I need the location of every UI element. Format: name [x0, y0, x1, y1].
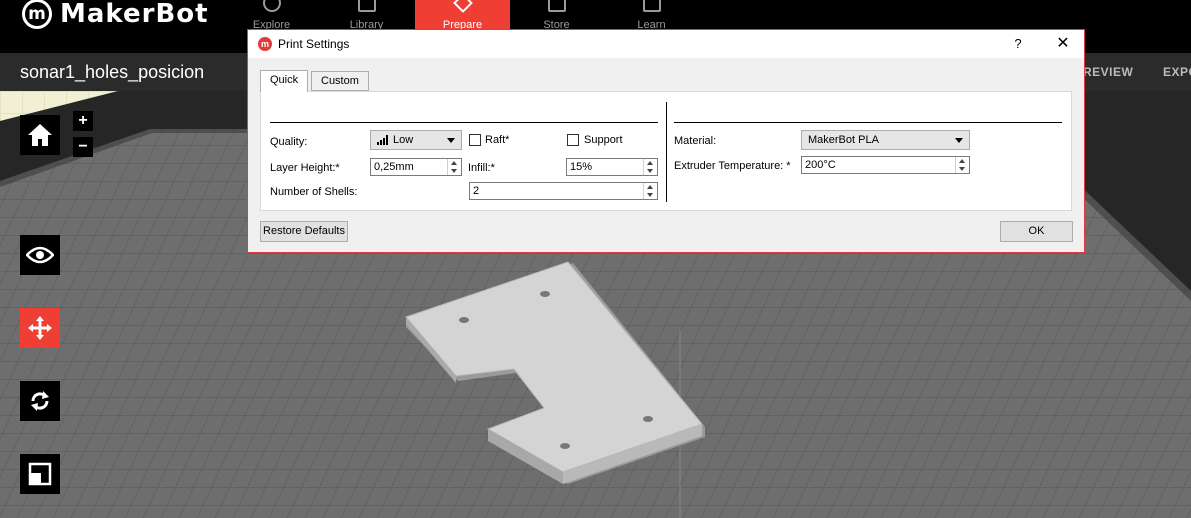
nav-tab-explore[interactable]: Explore: [224, 0, 319, 32]
tab-quick[interactable]: Quick: [260, 70, 309, 92]
nav-tab-store[interactable]: Store: [509, 0, 604, 32]
home-icon: [28, 124, 52, 146]
spin-down-icon: [959, 167, 965, 171]
close-button[interactable]: ✕: [1050, 34, 1076, 54]
move-tool-button[interactable]: [20, 308, 60, 348]
cube-icon: [547, 0, 566, 12]
preview-button[interactable]: REVIEW: [1083, 65, 1133, 79]
material-label: Material:: [674, 135, 717, 147]
makerbot-app-icon: m: [258, 37, 272, 51]
material-value: MakerBot PLA: [808, 134, 879, 146]
compass-icon: [262, 0, 281, 12]
quick-settings-panel: Quality: Low Raft* Support Layer Height:…: [260, 91, 1072, 211]
support-checkbox[interactable]: [567, 134, 579, 146]
dialog-title-bar[interactable]: m Print Settings ? ✕: [248, 30, 1084, 58]
print-settings-dialog: m Print Settings ? ✕ Quick Custom Qualit…: [247, 29, 1085, 253]
learn-icon: [642, 0, 661, 12]
divider: [270, 122, 658, 123]
makerbot-logo-icon: m: [22, 0, 52, 29]
raft-label: Raft*: [485, 134, 510, 146]
nav-tab-prepare[interactable]: Prepare: [415, 0, 510, 32]
spin-buttons[interactable]: [643, 159, 657, 175]
layers-icon: [452, 0, 473, 13]
spin-up-icon: [647, 185, 653, 189]
spin-down-icon: [647, 193, 653, 197]
number-of-shells-value: 2: [473, 185, 480, 197]
spin-buttons[interactable]: [643, 183, 657, 199]
infill-label: Infill:*: [468, 162, 495, 174]
nav-tab-learn[interactable]: Learn: [604, 0, 699, 32]
scale-icon: [28, 462, 52, 486]
number-of-shells-spinbox[interactable]: 2: [469, 182, 658, 200]
number-of-shells-label: Number of Shells:: [270, 186, 358, 198]
tab-custom[interactable]: Custom: [311, 71, 369, 91]
makerbot-logo[interactable]: m MakerBot: [22, 0, 209, 29]
extruder-temperature-spinbox[interactable]: 200°C: [801, 156, 970, 174]
library-icon: [357, 0, 376, 12]
brand-name: MakerBot: [60, 0, 209, 29]
material-dropdown[interactable]: MakerBot PLA: [801, 130, 970, 150]
extruder-temperature-label: Extruder Temperature: *: [674, 160, 791, 172]
chevron-down-icon: [955, 138, 963, 143]
column-separator: [666, 102, 667, 202]
help-button[interactable]: ?: [1006, 34, 1030, 54]
spin-up-icon: [451, 161, 457, 165]
quality-value: Low: [393, 134, 414, 146]
spin-buttons[interactable]: [955, 157, 969, 173]
bars-icon: [377, 135, 388, 145]
spin-down-icon: [451, 169, 457, 173]
spin-down-icon: [647, 169, 653, 173]
layer-height-spinbox[interactable]: 0,25mm: [370, 158, 462, 176]
spin-buttons[interactable]: [447, 159, 461, 175]
zoom-out-button[interactable]: −: [73, 137, 93, 157]
extruder-temperature-value: 200°C: [805, 159, 836, 171]
ok-button[interactable]: OK: [1000, 221, 1073, 242]
home-view-button[interactable]: [20, 115, 60, 155]
infill-value: 15%: [570, 161, 593, 173]
rotate-tool-button[interactable]: [20, 381, 60, 421]
restore-defaults-button[interactable]: Restore Defaults: [260, 221, 348, 242]
spin-up-icon: [647, 161, 653, 165]
export-button[interactable]: EXPO: [1163, 65, 1191, 79]
zoom-in-button[interactable]: +: [73, 111, 93, 131]
chevron-down-icon: [447, 138, 455, 143]
rotate-icon: [31, 391, 49, 411]
scale-tool-button[interactable]: [20, 454, 60, 494]
move-arrows-icon: [28, 316, 52, 340]
divider: [674, 122, 1062, 123]
layer-height-label: Layer Height:*: [270, 162, 340, 174]
spin-up-icon: [959, 159, 965, 163]
view-tool-button[interactable]: [20, 235, 60, 275]
quality-dropdown[interactable]: Low: [370, 130, 462, 150]
dialog-title: Print Settings: [278, 37, 350, 51]
file-name: sonar1_holes_posicion: [20, 62, 205, 82]
nav-tab-library[interactable]: Library: [319, 0, 414, 32]
infill-spinbox[interactable]: 15%: [566, 158, 658, 176]
layer-height-value: 0,25mm: [374, 161, 414, 173]
quality-label: Quality:: [270, 136, 308, 148]
raft-checkbox[interactable]: [469, 134, 481, 146]
eye-icon: [26, 246, 54, 264]
support-label: Support: [584, 134, 623, 146]
